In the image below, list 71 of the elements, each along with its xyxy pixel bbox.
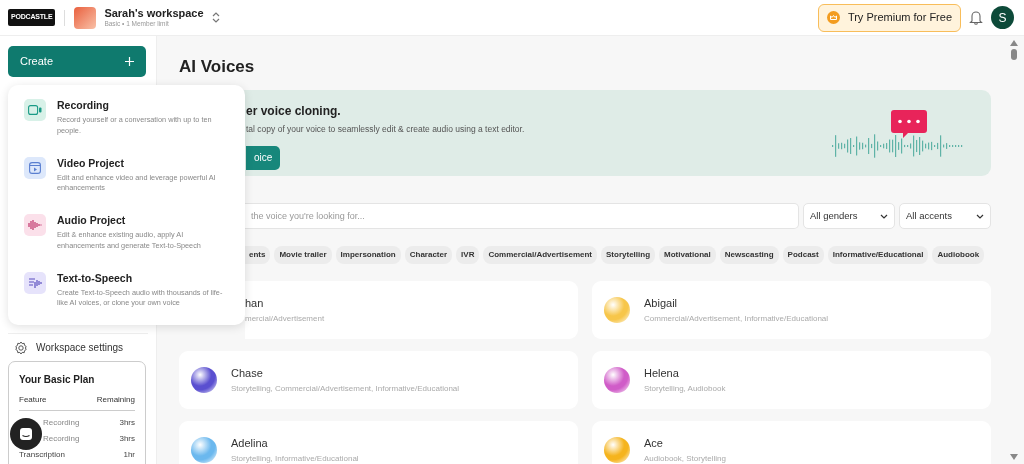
voice-name: Chase xyxy=(231,365,264,381)
voice-tags: Storytelling, Informative/Educational xyxy=(231,453,359,464)
voice-card[interactable]: Abigail Commercial/Advertisement, Informative/Educational xyxy=(592,281,991,339)
menu-item-icon xyxy=(24,271,46,294)
banner-title: er voice cloning. xyxy=(246,103,342,120)
filter-dropdown[interactable]: All genders xyxy=(803,203,895,229)
voice-tags: Commercial/Advertisement, Informative/Educational xyxy=(644,313,829,326)
chevron-down-icon xyxy=(976,213,984,219)
voice-tags: mercial/Advertisement xyxy=(245,313,325,326)
plus-icon xyxy=(125,57,134,66)
voice-tags: Storytelling, Commercial/Advertisement, Informative/Educational xyxy=(231,383,460,396)
voice-card[interactable]: han mercial/Advertisement xyxy=(245,281,578,339)
voice-card[interactable]: Helena Storytelling, Audiobook xyxy=(592,351,991,409)
notification-icon[interactable] xyxy=(969,10,983,25)
voice-card[interactable]: Ace Audiobook, Storytelling xyxy=(592,421,991,464)
remaining-value: 3hrs xyxy=(119,433,135,445)
settings-icon xyxy=(14,340,28,355)
menu-item-title[interactable]: Recording xyxy=(57,99,231,112)
filter-chip[interactable]: ents xyxy=(244,246,271,264)
menu-item-title[interactable]: Audio Project xyxy=(57,214,231,227)
filter-chip[interactable]: Storytelling xyxy=(601,246,656,264)
voice-name: Helena xyxy=(644,365,680,381)
crown-icon xyxy=(826,11,840,24)
workspace-name[interactable]: Sarah's workspace xyxy=(104,6,204,19)
filter-chip[interactable]: Informative/Educational xyxy=(827,246,929,264)
banner-button[interactable]: oice xyxy=(246,145,281,170)
column-header: Feature xyxy=(19,394,47,406)
filter-chip[interactable]: Audiobook xyxy=(932,246,985,264)
menu-item-title[interactable]: Video Project xyxy=(57,156,231,170)
filter-chip[interactable]: IVR xyxy=(456,246,480,264)
filter-chip[interactable]: Character xyxy=(404,246,453,264)
menu-item-title[interactable]: Text-to-Speech xyxy=(57,271,231,285)
remaining-value: 3hrs xyxy=(119,417,135,429)
chevron-down-icon xyxy=(880,213,888,219)
filter-chip[interactable]: Newscasting xyxy=(719,246,779,264)
create-button[interactable]: Create xyxy=(8,46,146,77)
page-title: AI Voices xyxy=(179,56,256,78)
workspace-avatar xyxy=(74,6,97,29)
scroll-down-icon[interactable] xyxy=(1010,454,1018,460)
voice-name: Ace xyxy=(644,435,664,451)
filter-chip[interactable]: Motivational xyxy=(659,246,716,264)
banner-text: tal copy of your voice to seamlessly edit & create audio using a text editor. xyxy=(246,123,526,136)
filter-dropdown[interactable]: All accents xyxy=(899,203,991,229)
voice-tags: Audiobook, Storytelling xyxy=(644,453,726,464)
feature-name: Recording xyxy=(43,433,80,445)
expand-icon[interactable] xyxy=(211,12,220,23)
remaining-value: 1hr xyxy=(123,449,135,461)
filter-chip[interactable]: Commercial/Advertisement xyxy=(483,246,597,264)
voice-card[interactable]: Adelina Storytelling, Informative/Educational xyxy=(179,421,578,464)
premium-button[interactable]: Try Premium for Free xyxy=(817,3,961,32)
plan-title: Your Basic Plan xyxy=(19,373,96,387)
workspace-settings-link[interactable]: Workspace settings xyxy=(14,340,124,355)
chat-icon xyxy=(19,427,33,441)
search-field[interactable]: the voice you're looking for... xyxy=(245,203,799,229)
filter-chip[interactable]: Movie trailer xyxy=(274,246,332,264)
feature-name: Transcription xyxy=(19,449,65,461)
scrollbar-thumb[interactable] xyxy=(1011,49,1017,60)
menu-item-icon xyxy=(24,99,46,121)
feature-name: Recording xyxy=(43,417,80,429)
voice-name: han xyxy=(245,295,265,311)
menu-item-icon xyxy=(24,214,46,236)
scroll-up-icon[interactable] xyxy=(1010,40,1018,46)
voice-tags: Storytelling, Audiobook xyxy=(644,383,726,396)
voice-name: Adelina xyxy=(231,435,269,451)
voice-card[interactable]: Chase Storytelling, Commercial/Advertisement, Informative/Educational xyxy=(179,351,578,409)
filter-chip[interactable]: Podcast xyxy=(782,246,824,264)
column-header: Remaining xyxy=(96,394,135,406)
voice-name: Abigail xyxy=(644,295,679,311)
menu-item-icon xyxy=(24,156,46,179)
user-avatar[interactable]: S xyxy=(991,6,1014,29)
filter-chip[interactable]: Impersonation xyxy=(335,246,401,264)
